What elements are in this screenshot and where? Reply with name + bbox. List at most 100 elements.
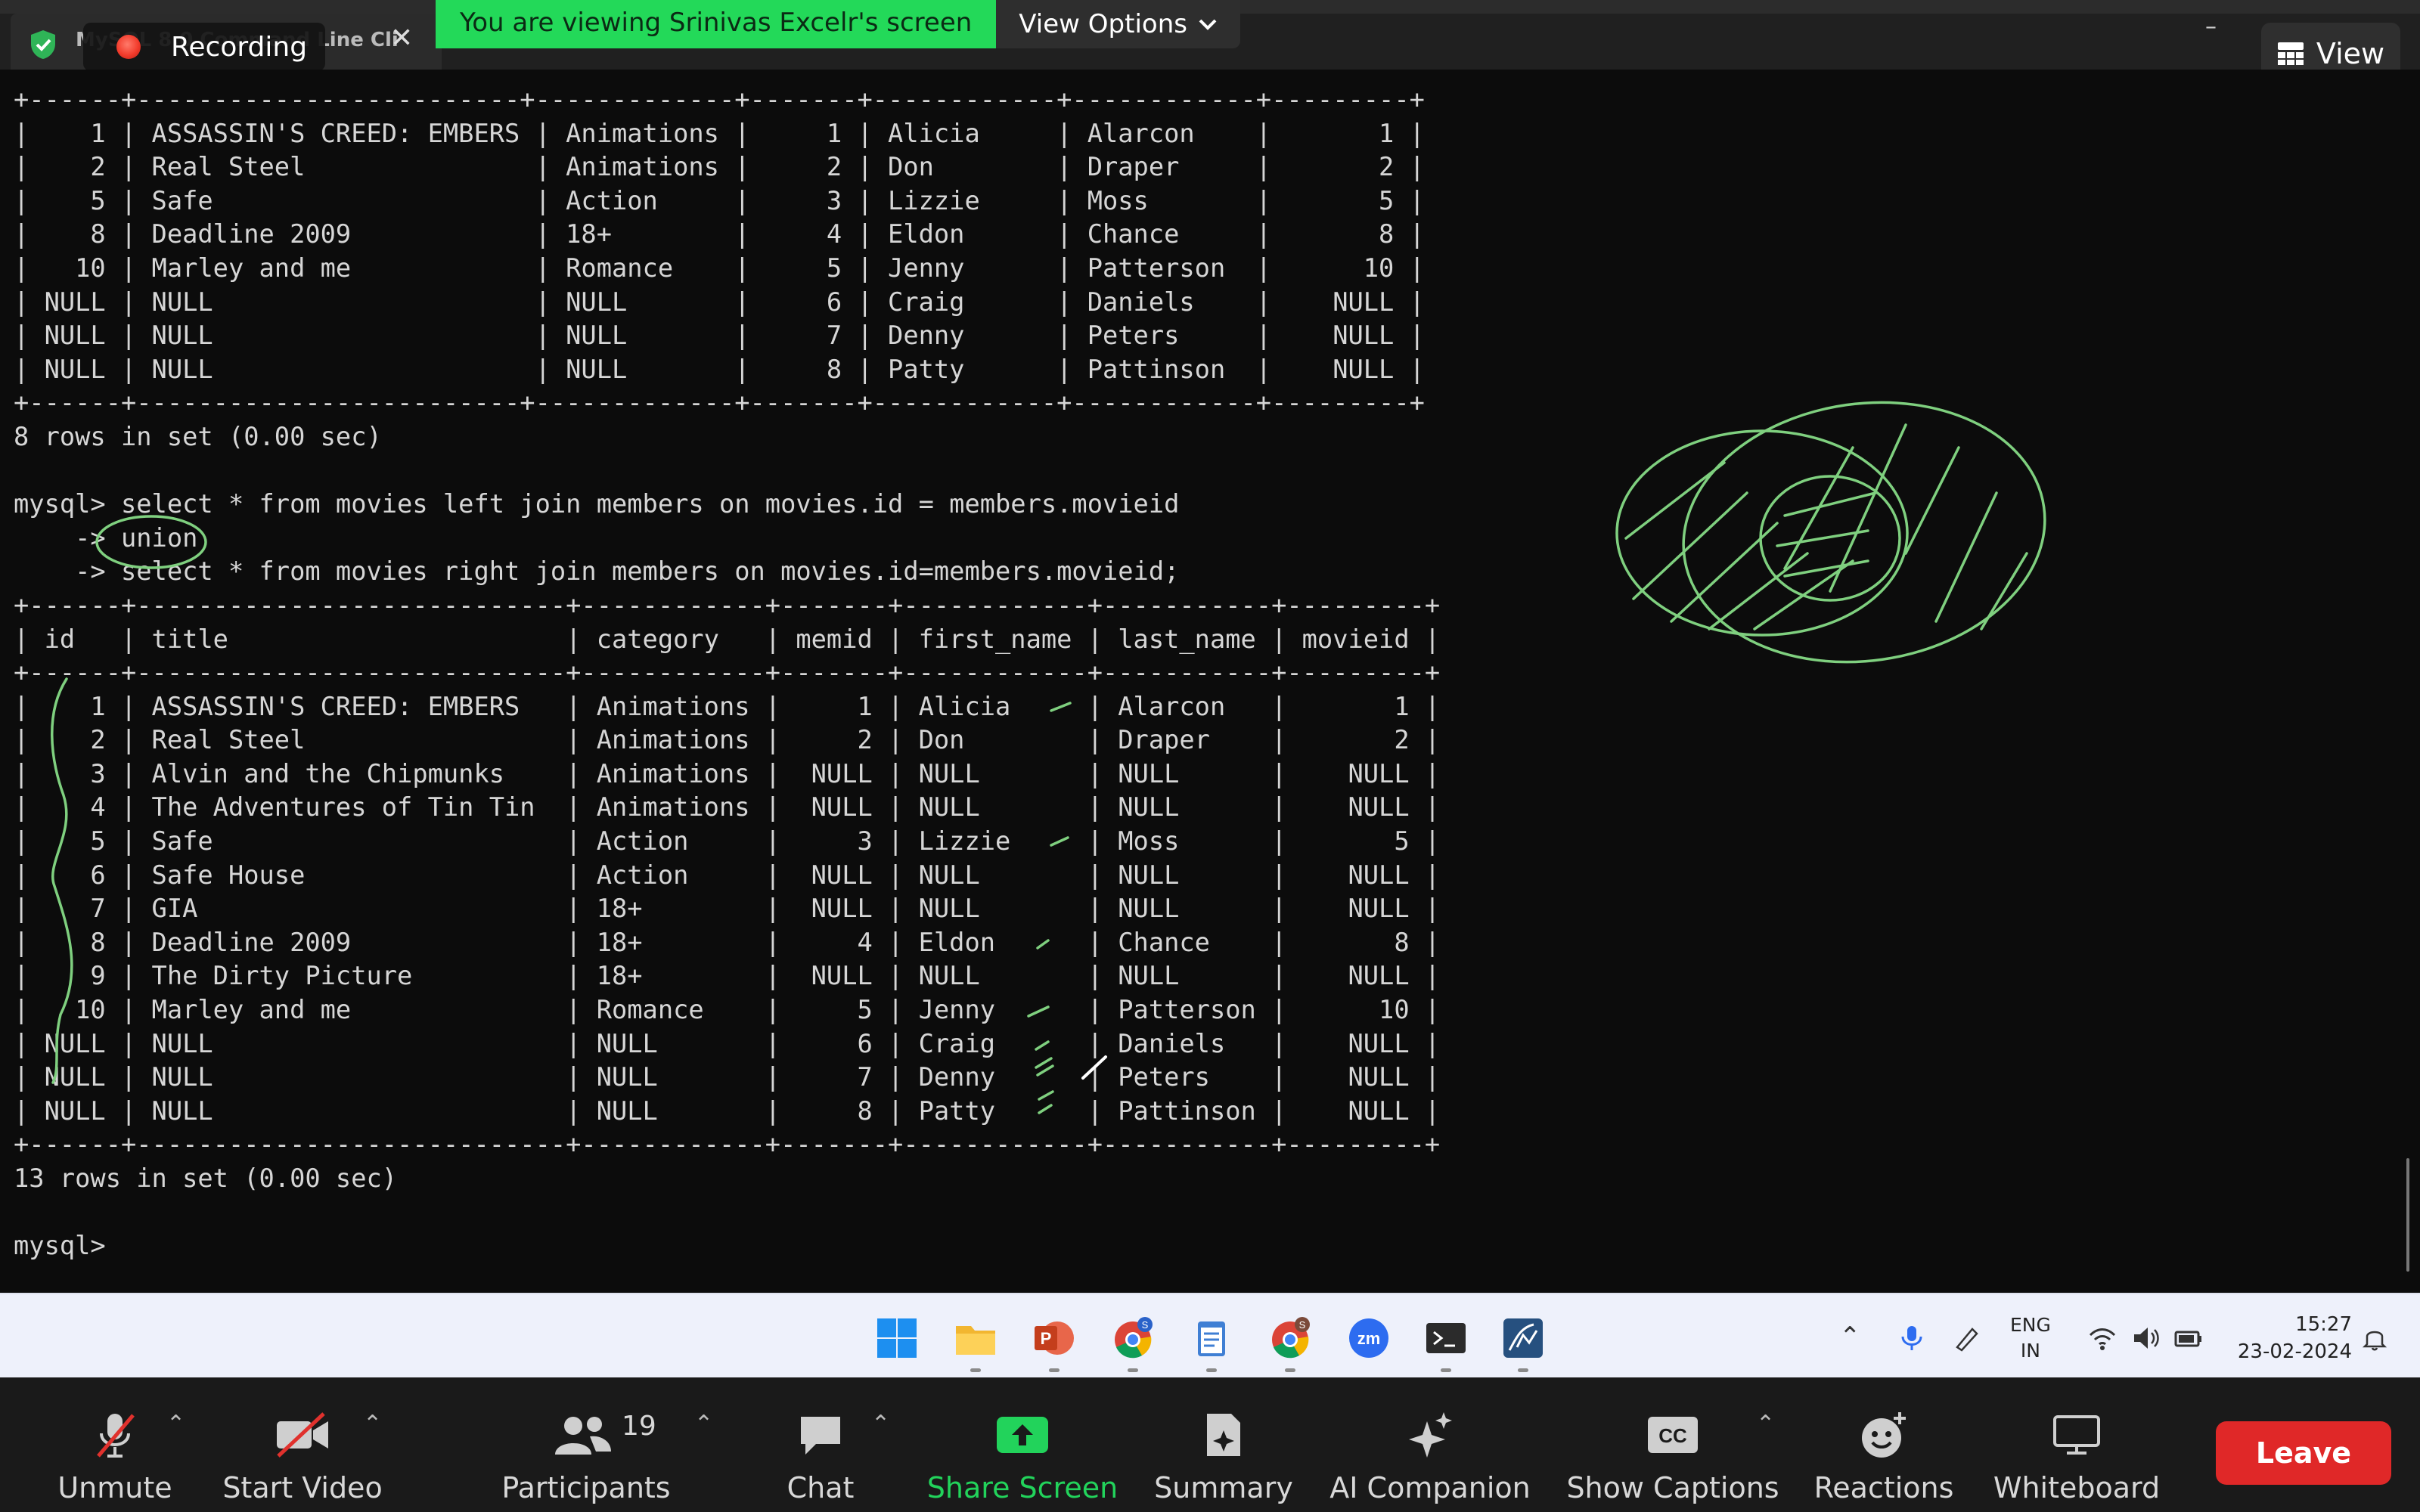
terminal-line: -> union [14, 522, 198, 553]
svg-text:S: S [1142, 1319, 1149, 1331]
captions-icon-text: CC [1658, 1424, 1687, 1447]
notepad-running-indicator [1206, 1368, 1217, 1372]
share-screen-icon [997, 1417, 1048, 1453]
summary-label: Summary [1154, 1471, 1293, 1504]
terminal-line: +------+----------------------------+---… [14, 1129, 1441, 1160]
whiteboard-button[interactable]: Whiteboard [1993, 1377, 2160, 1512]
view-options-label: View Options [1019, 9, 1187, 39]
ai-companion-button[interactable]: AI Companion [1329, 1377, 1531, 1512]
file-explorer-running-indicator [970, 1368, 981, 1372]
terminal-line: | 10 | Marley and me | Romance | 5 | Jen… [14, 253, 1425, 283]
terminal-line: | 1 | ASSASSIN'S CREED: EMBERS | Animati… [14, 118, 1425, 148]
share-screen-button[interactable]: Share Screen [924, 1377, 1121, 1512]
participants-options-caret[interactable]: ⌃ [694, 1411, 713, 1437]
mysql-workbench-icon[interactable] [1502, 1317, 1544, 1359]
tab-close-button[interactable]: ✕ [390, 23, 413, 54]
summary-button[interactable]: Summary [1150, 1377, 1298, 1512]
captions-options-caret[interactable]: ⌃ [1756, 1411, 1775, 1437]
terminal-scrollbar[interactable] [2406, 1158, 2409, 1272]
mysql-workbench-running-indicator [1518, 1368, 1528, 1372]
reactions-icon [1862, 1412, 1906, 1458]
terminal-line: | 2 | Real Steel | Animations | 2 | Don … [14, 725, 1441, 755]
volume-icon[interactable] [2131, 1325, 2161, 1352]
microphone-icon[interactable] [1897, 1325, 1927, 1352]
file-explorer-icon[interactable] [954, 1317, 997, 1359]
terminal-line: | NULL | NULL | NULL | 6 | Craig | Danie… [14, 1028, 1441, 1058]
svg-text:zm: zm [1357, 1329, 1381, 1348]
share-screen-label: Share Screen [926, 1471, 1118, 1504]
wifi-icon[interactable] [2087, 1325, 2118, 1352]
terminal-running-indicator [1441, 1368, 1451, 1372]
powerpoint-running-indicator [1049, 1368, 1060, 1372]
chrome-profile-running-indicator [1285, 1368, 1295, 1372]
zoom-icon[interactable]: zm [1348, 1317, 1390, 1359]
reactions-button[interactable]: Reactions [1813, 1377, 1954, 1512]
chrome-running-indicator [1128, 1368, 1138, 1372]
recording-label: Recording [171, 32, 308, 63]
language-indicator[interactable]: ENG IN [2010, 1312, 2051, 1364]
terminal-line: | 10 | Marley and me | Romance | 5 | Jen… [14, 995, 1441, 1025]
start-video-button[interactable]: Start Video [219, 1377, 386, 1512]
battery-icon[interactable] [2173, 1325, 2204, 1352]
chat-options-caret[interactable]: ⌃ [871, 1411, 890, 1437]
microphone-muted-icon [97, 1414, 135, 1458]
terminal-window[interactable]: +------+-------------------------+------… [0, 70, 2420, 1293]
ai-companion-label: AI Companion [1329, 1471, 1531, 1504]
terminal-line: | 6 | Safe House | Action | NULL | NULL … [14, 860, 1441, 890]
terminal-icon[interactable] [1425, 1317, 1467, 1359]
terminal-line: | NULL | NULL | NULL | 8 | Patty | Patti… [14, 354, 1425, 384]
system-clock[interactable]: 15:27 23-02-2024 [2231, 1311, 2352, 1365]
recording-indicator[interactable]: Recording [83, 23, 325, 71]
participants-icon [555, 1417, 611, 1455]
region-code: IN [2020, 1340, 2040, 1362]
shield-icon [31, 30, 55, 59]
terminal-line: mysql> select * from movies left join me… [14, 489, 1180, 519]
chrome-profile-icon[interactable]: S [1269, 1317, 1311, 1359]
windows-start-icon[interactable] [876, 1317, 918, 1359]
clock-date: 23-02-2024 [2237, 1340, 2352, 1363]
terminal-line: +------+-------------------------+------… [14, 388, 1425, 418]
terminal-line: | 9 | The Dirty Picture | 18+ | NULL | N… [14, 961, 1441, 991]
chevron-up-icon[interactable]: ⌃ [1839, 1321, 1861, 1352]
unmute-button[interactable]: Unmute [53, 1377, 177, 1512]
chat-button[interactable]: Chat [779, 1377, 862, 1512]
terminal-line: +------+-------------------------+------… [14, 85, 1425, 114]
terminal-line: | 2 | Real Steel | Animations | 2 | Don … [14, 152, 1425, 182]
terminal-line: | id | title | category | memid | first_… [14, 624, 1441, 654]
whiteboard-icon [2053, 1415, 2100, 1455]
chrome-icon[interactable]: S [1112, 1317, 1154, 1359]
terminal-line: | NULL | NULL | NULL | 7 | Denny | Peter… [14, 1062, 1441, 1092]
minimize-button[interactable]: – [2205, 14, 2217, 40]
closed-captions-icon: CC [1648, 1417, 1698, 1453]
svg-text:S: S [1299, 1319, 1306, 1331]
terminal-line: +------+----------------------------+---… [14, 590, 1441, 620]
svg-text:P: P [1041, 1329, 1052, 1348]
terminal-line: +------+----------------------------+---… [14, 658, 1441, 688]
participants-label: Participants [501, 1471, 671, 1504]
terminal-output: +------+-------------------------+------… [14, 83, 1440, 1263]
view-options-button[interactable]: View Options [996, 0, 1240, 48]
unmute-label: Unmute [57, 1471, 172, 1504]
participants-button[interactable]: Participants [499, 1377, 673, 1512]
show-captions-label: Show Captions [1566, 1471, 1779, 1504]
terminal-line: | 8 | Deadline 2009 | 18+ | 4 | Eldon | … [14, 927, 1441, 957]
show-captions-button[interactable]: CC Show Captions [1566, 1377, 1779, 1512]
notepad-icon[interactable] [1190, 1317, 1233, 1359]
video-options-caret[interactable]: ⌃ [363, 1411, 382, 1437]
leave-meeting-button[interactable]: Leave [2216, 1421, 2391, 1485]
terminal-line: | 5 | Safe | Action | 3 | Lizzie | Moss … [14, 826, 1441, 857]
terminal-line: -> select * from movies right join membe… [14, 556, 1180, 587]
terminal-line: 13 rows in set (0.00 sec) [14, 1163, 398, 1193]
pen-tray-icon[interactable] [1953, 1325, 1983, 1352]
screen-share-banner: You are viewing Srinivas Excelr's screen… [436, 0, 1240, 48]
terminal-line: | 1 | ASSASSIN'S CREED: EMBERS | Animati… [14, 691, 1441, 721]
notification-bell-icon[interactable] [2360, 1325, 2390, 1352]
terminal-line: | 8 | Deadline 2009 | 18+ | 4 | Eldon | … [14, 219, 1425, 249]
powerpoint-icon[interactable]: P [1033, 1317, 1075, 1359]
share-banner-text: You are viewing Srinivas Excelr's screen [436, 0, 997, 48]
language-code: ENG [2010, 1314, 2051, 1336]
audio-options-caret[interactable]: ⌃ [166, 1411, 185, 1437]
terminal-line: | 3 | Alvin and the Chipmunks | Animatio… [14, 758, 1441, 789]
